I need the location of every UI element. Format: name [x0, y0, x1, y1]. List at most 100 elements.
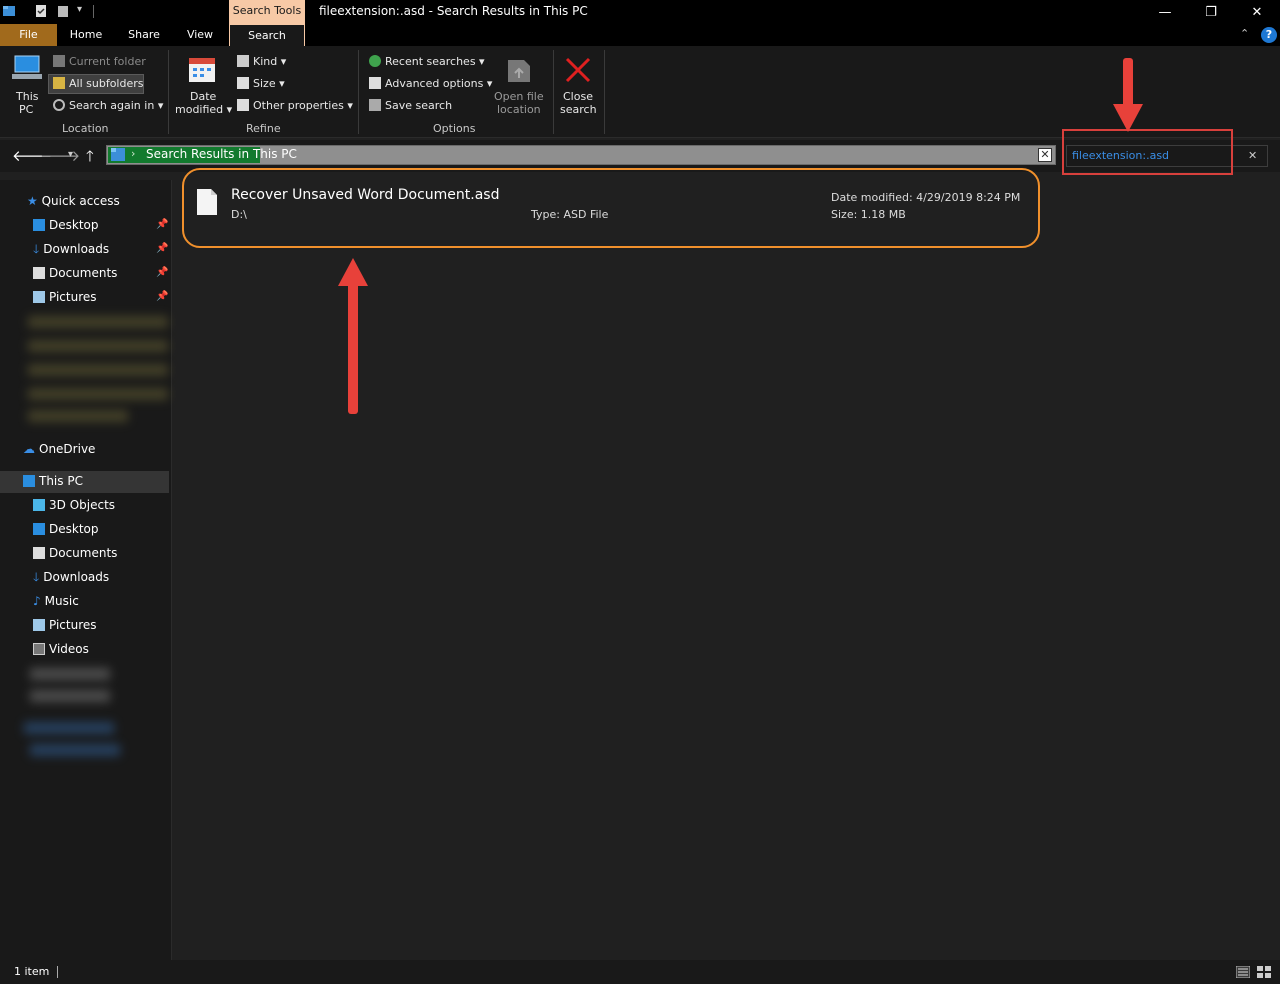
this-pc-button[interactable]: This PC	[10, 54, 42, 116]
size-button[interactable]: Size ▾	[237, 77, 285, 90]
downloads-label: Downloads	[43, 242, 110, 256]
properties-icon[interactable]	[34, 4, 48, 18]
close-search-button[interactable]: Close search	[558, 54, 598, 116]
details-view-icon[interactable]	[1236, 966, 1250, 978]
file-type: Type: ASD File	[531, 208, 608, 221]
large-icons-view-icon[interactable]	[1257, 966, 1271, 978]
desktop-label: Desktop	[49, 218, 99, 232]
documents-label: Documents	[49, 546, 118, 560]
sidebar-item-documents-pc[interactable]: Documents	[33, 542, 117, 564]
refine-group-label: Refine	[246, 122, 281, 135]
pin-icon[interactable]: 📌	[156, 291, 168, 302]
open-folder-icon	[508, 60, 530, 82]
folder-icon	[53, 55, 65, 67]
sidebar-item-videos[interactable]: Videos	[33, 638, 89, 660]
tab-view[interactable]: View	[173, 24, 227, 46]
divider	[553, 50, 554, 134]
customize-qat-icon[interactable]: ▾	[77, 4, 82, 15]
save-icon	[369, 99, 381, 111]
location-group-label: Location	[62, 122, 109, 135]
cube-icon	[33, 499, 45, 511]
pin-icon[interactable]: 📌	[156, 219, 168, 230]
tab-file[interactable]: File	[0, 24, 57, 46]
kind-label: Kind	[253, 55, 278, 68]
documents-label: Documents	[49, 266, 118, 280]
sidebar-item-downloads[interactable]: 🡓 Downloads	[33, 238, 109, 260]
onedrive-label: OneDrive	[39, 442, 96, 456]
recent-locations-chevron-icon[interactable]: ▾	[68, 149, 73, 160]
options-group-label: Options	[433, 122, 476, 135]
search-tools-context-tab: Search Tools	[229, 0, 305, 24]
divider	[57, 966, 58, 978]
subfolders-icon	[53, 77, 65, 89]
clear-address-icon[interactable]: ✕	[1038, 148, 1052, 162]
pin-icon[interactable]: 📌	[156, 267, 168, 278]
tab-search[interactable]: Search	[229, 24, 305, 46]
help-icon[interactable]: ?	[1261, 27, 1277, 43]
pictures-icon	[33, 619, 45, 631]
other-properties-label: Other properties	[253, 99, 344, 112]
document-icon	[33, 547, 45, 559]
pin-icon[interactable]: 📌	[156, 243, 168, 254]
file-icon	[197, 189, 217, 215]
size-icon	[237, 77, 249, 89]
tab-share[interactable]: Share	[115, 24, 173, 46]
clear-search-icon[interactable]: ✕	[1248, 149, 1257, 162]
advanced-options-label: Advanced options	[385, 77, 484, 90]
video-icon	[33, 643, 45, 655]
up-arrow-icon[interactable]: 🡑	[86, 146, 94, 171]
all-subfolders-button[interactable]: All subfolders	[53, 77, 143, 90]
open-file-location-button[interactable]: Open file location	[492, 54, 546, 116]
new-folder-icon[interactable]	[56, 4, 70, 18]
close-search-label: Close	[563, 90, 593, 103]
window-title: fileextension:.asd - Search Results in T…	[319, 4, 588, 18]
search-result-item[interactable]: Recover Unsaved Word Document.asd D:\ Ty…	[190, 176, 1030, 240]
kind-icon	[237, 55, 249, 67]
size-label: Size	[253, 77, 276, 90]
folder-app-icon	[3, 6, 15, 16]
status-bar: 1 item	[0, 960, 1280, 984]
minimize-button[interactable]: —	[1142, 0, 1188, 24]
desktop-icon	[33, 219, 45, 231]
this-pc-label: This	[16, 90, 39, 103]
date-modified-button[interactable]: Date modified ▾	[174, 54, 232, 116]
sidebar-item-pictures-pc[interactable]: Pictures	[33, 614, 97, 636]
desktop-icon	[33, 523, 45, 535]
sidebar-item-music[interactable]: ♪ Music	[33, 590, 79, 612]
sidebar-item-onedrive[interactable]: ☁ OneDrive	[23, 438, 95, 460]
sidebar-item-3d-objects[interactable]: 3D Objects	[33, 494, 115, 516]
save-search-button[interactable]: Save search	[369, 99, 452, 112]
advanced-options-button[interactable]: Advanced options ▾	[369, 77, 492, 90]
sidebar-item-desktop[interactable]: Desktop	[33, 214, 99, 236]
restore-button[interactable]: ❐	[1188, 0, 1234, 24]
forward-arrow-icon[interactable]: 🡒	[40, 146, 80, 165]
calendar-icon	[189, 58, 215, 82]
file-name[interactable]: Recover Unsaved Word Document.asd	[231, 187, 499, 203]
tab-home[interactable]: Home	[57, 24, 115, 46]
cloud-icon: ☁	[23, 442, 35, 456]
current-folder-label: Current folder	[69, 55, 146, 68]
kind-button[interactable]: Kind ▾	[237, 55, 286, 68]
close-button[interactable]: ✕	[1234, 0, 1280, 24]
sidebar-item-downloads-pc[interactable]: 🡓 Downloads	[33, 566, 109, 588]
sidebar-item-desktop-pc[interactable]: Desktop	[33, 518, 99, 540]
blurred-item	[24, 722, 114, 734]
recent-icon	[369, 55, 381, 67]
date-label: Date modified:	[831, 191, 913, 204]
sidebar-item-pictures[interactable]: Pictures	[33, 286, 97, 308]
chevron-down-icon: ▾	[157, 99, 164, 112]
breadcrumb-path[interactable]: Search Results in This PC	[146, 147, 297, 161]
sidebar-item-quick-access[interactable]: ★ Quick access	[27, 190, 120, 212]
other-properties-button[interactable]: Other properties ▾	[237, 99, 353, 112]
search-again-button[interactable]: Search again in ▾	[53, 99, 163, 112]
collapse-ribbon-icon[interactable]: ⌃	[1240, 27, 1249, 40]
address-bar[interactable]: › Search Results in This PC ✕	[106, 145, 1056, 165]
title-bar: ▾ Search Tools fileextension:.asd - Sear…	[0, 0, 1280, 24]
sidebar-item-this-pc[interactable]: This PC	[23, 470, 83, 492]
recent-searches-button[interactable]: Recent searches ▾	[369, 55, 485, 68]
sidebar-item-documents[interactable]: Documents	[33, 262, 117, 284]
current-folder-button[interactable]: Current folder	[53, 55, 146, 68]
recent-searches-label: Recent searches	[385, 55, 476, 68]
blurred-item	[28, 364, 168, 376]
computer-icon	[12, 55, 42, 79]
